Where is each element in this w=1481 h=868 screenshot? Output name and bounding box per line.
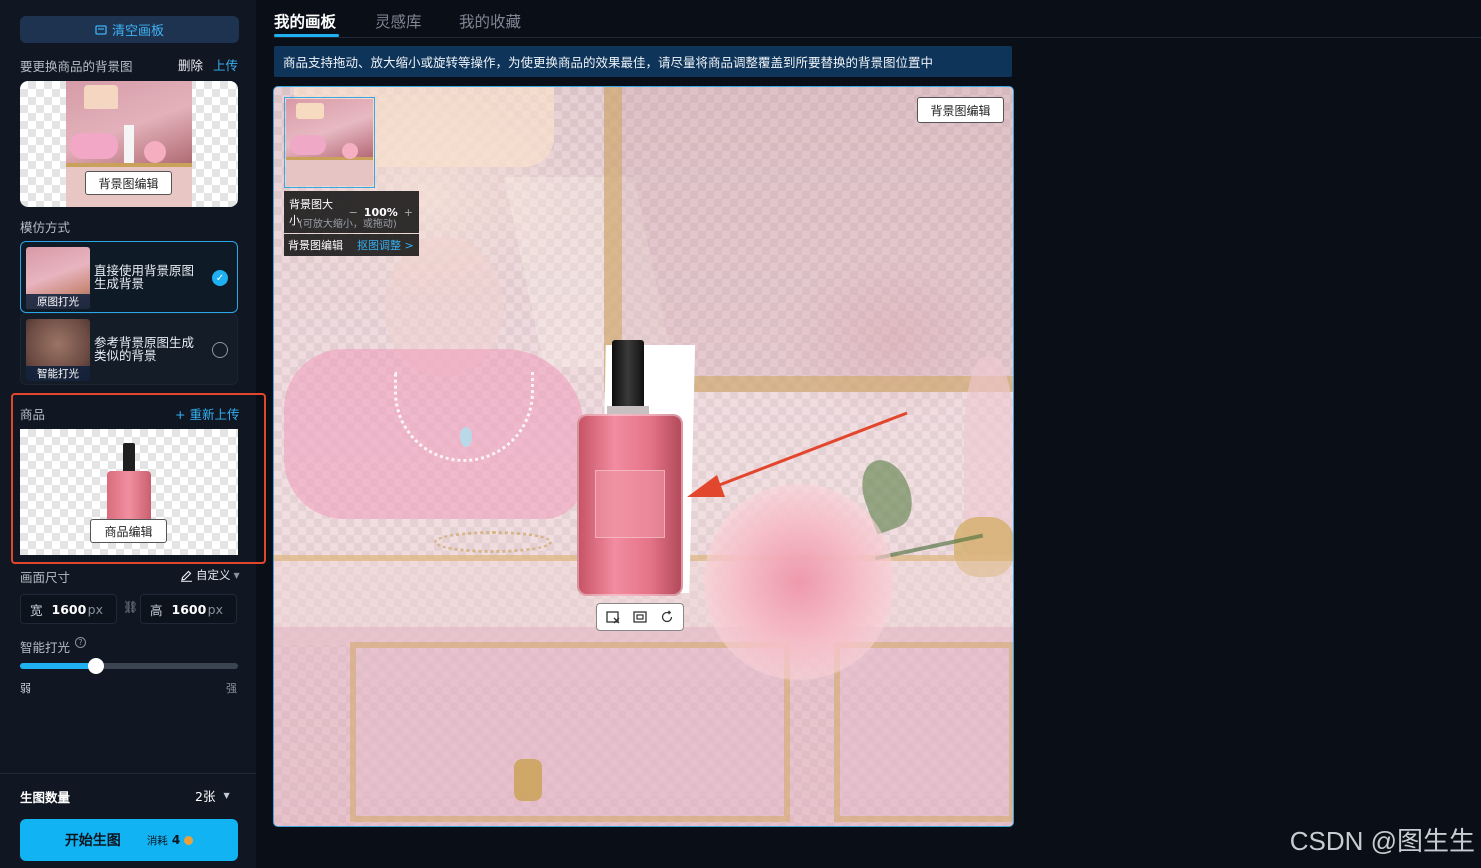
lighting-slider[interactable]	[20, 658, 238, 674]
rotate-icon[interactable]	[658, 609, 676, 625]
tab-my-canvas[interactable]: 我的画板	[274, 10, 336, 32]
knob-shape	[514, 759, 542, 801]
zoom-hint: (可放大缩小，或拖动)	[299, 219, 397, 230]
mode-original-caption: 原图打光	[26, 294, 90, 309]
active-tab-indicator	[274, 34, 339, 37]
divider	[0, 773, 256, 774]
clear-canvas-label: 清空画板	[111, 24, 164, 39]
product-thumbnail[interactable]: 商品编辑	[20, 429, 238, 555]
height-unit: px	[207, 601, 223, 617]
reupload-product-link[interactable]: + 重新上传	[175, 404, 239, 423]
mode-original-image: 原图打光	[26, 247, 90, 309]
width-label: 宽	[30, 602, 43, 618]
lighting-min-label: 弱	[20, 682, 31, 695]
canvas-icon	[95, 24, 107, 35]
cost-label: 消耗	[146, 834, 168, 847]
check-icon[interactable]: ✓	[212, 270, 228, 286]
drawer-shape-2	[834, 642, 1013, 822]
pencil-icon	[181, 570, 192, 582]
product-perfume-bottle[interactable]	[577, 340, 683, 596]
product-toolbar	[596, 603, 684, 631]
width-value: 1600	[51, 601, 87, 617]
tab-favorites[interactable]: 我的收藏	[459, 10, 521, 32]
lighting-slider-fill	[20, 663, 97, 669]
mode-option-original-lighting[interactable]: 原图打光 直接使用背景原图生成背景 ✓	[20, 241, 238, 313]
background-minimap[interactable]	[284, 97, 375, 188]
watermark: CSDN @图生生	[1289, 826, 1475, 856]
link-icon[interactable]: ⛓	[123, 600, 138, 614]
coin-icon	[184, 835, 194, 845]
upload-background-link[interactable]: 上传	[213, 55, 238, 74]
sidebar: 清空画板 要更换商品的背景图 删除 上传 背景图编辑 模仿方式 原图打光 直接使…	[0, 0, 266, 868]
chevron-down-icon: ▼	[233, 570, 240, 580]
zoom-panel: 背景图大小 − 100% + (可放大缩小，或拖动)	[284, 191, 419, 233]
annotation-arrow	[687, 411, 908, 497]
start-generate-button[interactable]: 开始生图 消耗 4	[20, 819, 238, 861]
mode-original-text: 直接使用背景原图生成背景	[94, 263, 195, 291]
delete-background-link[interactable]: 删除	[178, 55, 203, 74]
tab-inspiration[interactable]: 灵感库	[375, 10, 422, 32]
cutout-adjust-link[interactable]: 抠图调整 >	[357, 237, 414, 253]
count-section-label: 生图数量	[20, 790, 71, 805]
tab-bar	[274, 0, 1481, 38]
product-section-label: 商品	[20, 407, 46, 422]
editing-canvas[interactable]: 背景图编辑 背景图大小 − 100% + (可放大缩小，或拖动) 背景图编辑 抠…	[273, 86, 1014, 827]
clear-canvas-button[interactable]: 清空画板	[20, 16, 239, 43]
notice-banner: 商品支持拖动、放大缩小或旋转等操作，为使更换商品的效果最佳，请尽量将商品调整覆盖…	[274, 46, 1012, 77]
pendant-shape	[460, 427, 472, 447]
height-field[interactable]: 高 1600 px	[140, 594, 237, 624]
lighting-section-label: 智能打光	[20, 640, 71, 655]
radio-icon[interactable]	[212, 342, 228, 358]
mode-section-label: 模仿方式	[20, 220, 71, 235]
lighting-max-label: 强	[226, 682, 237, 695]
product-edit-button[interactable]: 商品编辑	[90, 519, 167, 543]
custom-size-dropdown[interactable]: 自定义 ▼	[180, 567, 240, 583]
help-icon[interactable]: ?	[75, 637, 86, 648]
count-dropdown[interactable]: 2张 ▼	[195, 786, 230, 805]
mode-smart-text: 参考背景原图生成类似的背景	[94, 335, 195, 363]
width-field[interactable]: 宽 1600 px	[20, 594, 117, 624]
background-thumbnail[interactable]: 背景图编辑	[20, 81, 238, 207]
chevron-down-icon: ▼	[223, 791, 230, 800]
height-value: 1600	[171, 601, 207, 617]
size-section-label: 画面尺寸	[20, 570, 71, 585]
height-label: 高	[150, 602, 163, 618]
background-section-label: 要更换商品的背景图	[20, 59, 133, 74]
perfume-bottle-image	[107, 443, 151, 523]
start-generate-label: 开始生图	[64, 833, 121, 849]
mode-smart-image: 智能打光	[26, 319, 90, 381]
bracelet-shape	[434, 531, 552, 553]
background-edit-panel: 背景图编辑 抠图调整 >	[284, 234, 419, 256]
background-edit-label: 背景图编辑	[288, 239, 343, 252]
fit-frame-icon[interactable]	[631, 609, 649, 625]
background-edit-button[interactable]: 背景图编辑	[85, 171, 172, 195]
custom-size-label: 自定义	[196, 568, 231, 582]
crop-remove-icon[interactable]	[604, 609, 622, 625]
mode-option-smart-lighting[interactable]: 智能打光 参考背景原图生成类似的背景	[20, 313, 238, 385]
canvas-background-edit-button[interactable]: 背景图编辑	[917, 97, 1004, 123]
width-unit: px	[87, 601, 103, 617]
mode-smart-caption: 智能打光	[26, 366, 90, 381]
zoom-in-button[interactable]: +	[404, 206, 413, 219]
cost-value: 4	[171, 833, 181, 847]
lighting-slider-handle[interactable]	[88, 658, 105, 674]
count-value: 2张	[195, 789, 216, 804]
drawer-shape	[350, 642, 790, 822]
rose-shape	[704, 482, 894, 682]
